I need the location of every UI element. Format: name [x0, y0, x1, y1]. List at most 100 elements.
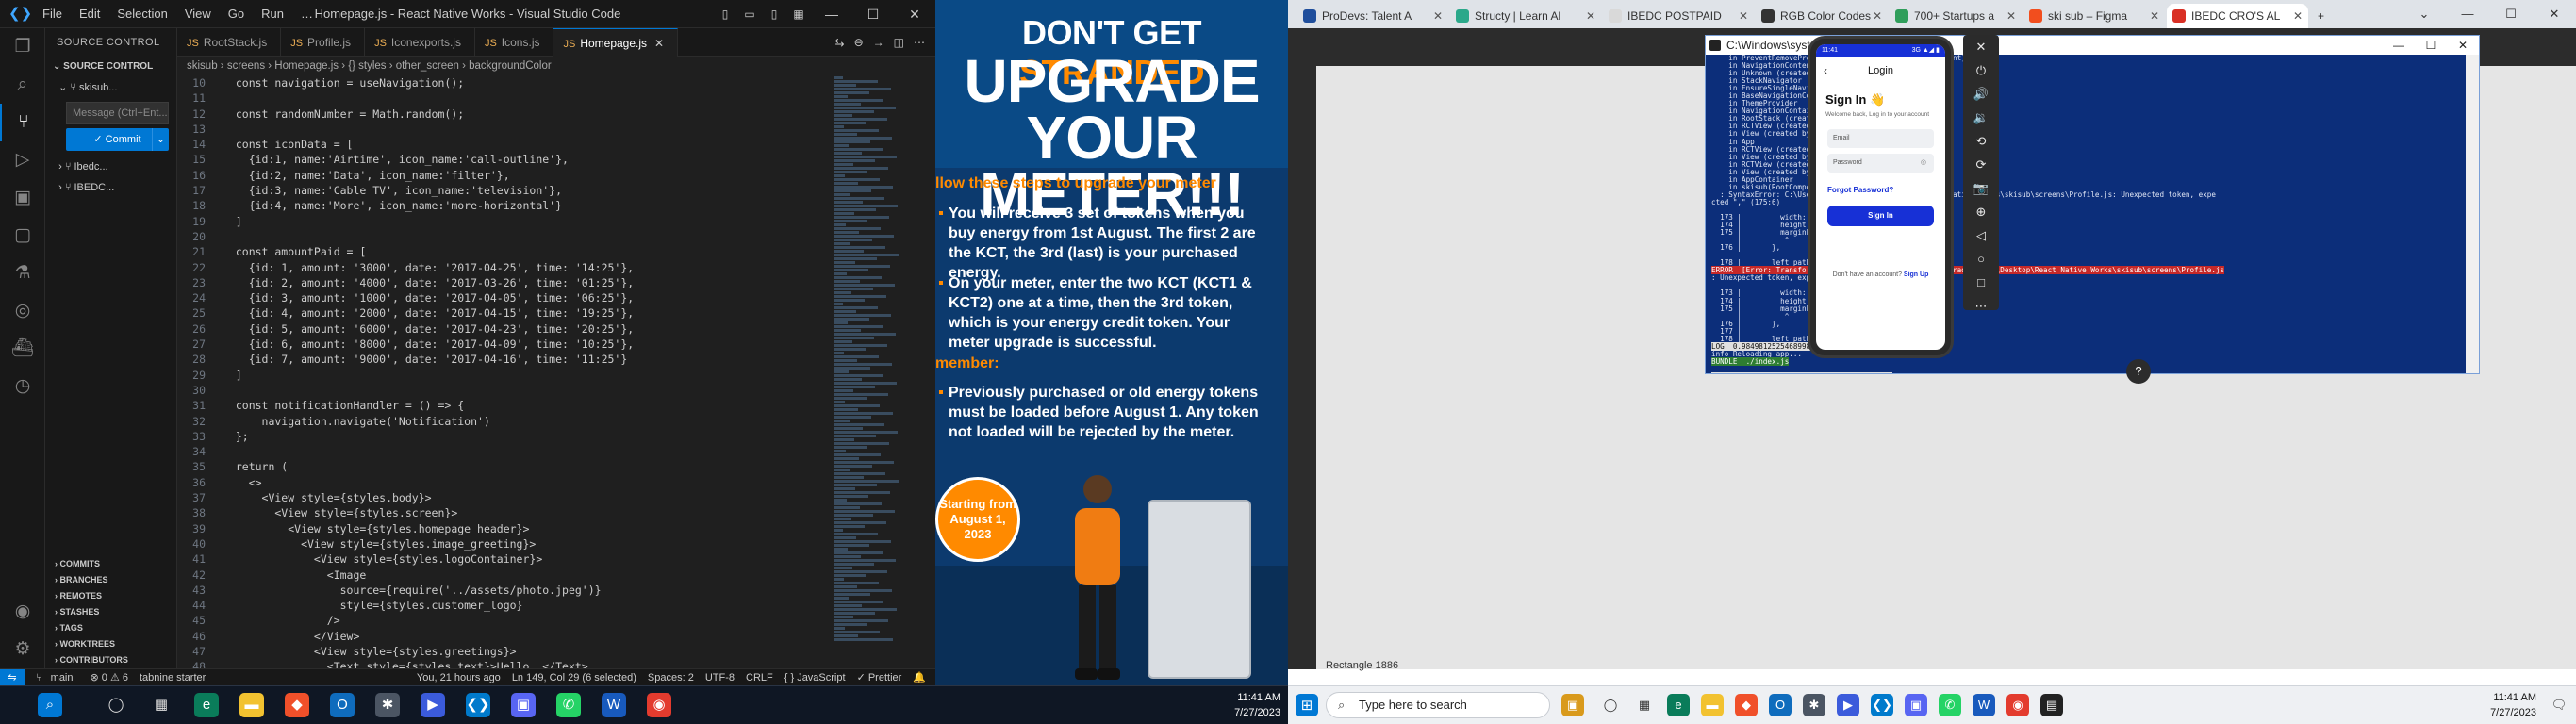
- remote-app-icon[interactable]: ▶: [1837, 694, 1859, 716]
- source-control-icon[interactable]: ⑂: [0, 104, 45, 141]
- code-line[interactable]: 21 const amountPaid = [: [177, 244, 830, 259]
- code-line[interactable]: 34: [177, 444, 830, 459]
- help-icon[interactable]: ?: [2126, 359, 2151, 384]
- widgets-icon[interactable]: ▦: [149, 693, 173, 717]
- layout-panel-icon[interactable]: ▭: [737, 0, 762, 28]
- code-line[interactable]: 10 const navigation = useNavigation();: [177, 75, 830, 90]
- close-tab-icon[interactable]: ✕: [2006, 4, 2016, 28]
- password-field[interactable]: Password ◎: [1827, 154, 1934, 173]
- code-line[interactable]: 40 <View style={styles.image_greeting}>: [177, 536, 830, 551]
- code-line[interactable]: 41 <View style={styles.logoContainer}>: [177, 551, 830, 567]
- code-line[interactable]: 15 {id:1, name:'Airtime', icon_name:'cal…: [177, 152, 830, 167]
- volume-up-icon[interactable]: 🔊: [1963, 82, 1999, 106]
- app-icon[interactable]: ▣: [511, 693, 536, 717]
- file-explorer-icon[interactable]: ▬: [239, 693, 264, 717]
- close-tab-icon[interactable]: ✕: [1586, 4, 1595, 28]
- testing-icon[interactable]: ⚗: [0, 255, 45, 292]
- remote-explorer-icon[interactable]: ▢: [0, 217, 45, 255]
- code-line[interactable]: 37 <View style={styles.body}>: [177, 490, 830, 505]
- code-line[interactable]: 30: [177, 383, 830, 398]
- browser-tab-startups[interactable]: 700+ Startups a ✕: [1890, 4, 2022, 28]
- code-line[interactable]: 43 source={require('../assets/photo.jpeg…: [177, 583, 830, 598]
- search-icon[interactable]: ⌕: [38, 693, 62, 717]
- eol-status[interactable]: CRLF: [740, 669, 779, 685]
- code-line[interactable]: 18 {id:4, name:'More', icon_name:'more-h…: [177, 198, 830, 213]
- home-icon[interactable]: ○: [1963, 247, 1999, 271]
- code-line[interactable]: 38 <View style={styles.screen}>: [177, 505, 830, 520]
- outlook-icon[interactable]: O: [1769, 694, 1792, 716]
- menu-file[interactable]: File: [34, 0, 71, 28]
- code-line[interactable]: 32 navigation.navigate('Notification'): [177, 414, 830, 429]
- code-line[interactable]: 39 <View style={styles.homepage_header}>: [177, 521, 830, 536]
- section-worktrees[interactable]: › WORKTREES: [45, 636, 176, 652]
- menu-edit[interactable]: Edit: [71, 0, 108, 28]
- section-branches[interactable]: › BRANCHES: [45, 572, 176, 588]
- code-editor[interactable]: 10 const navigation = useNavigation(); 11…: [177, 75, 830, 668]
- split-editor-icon[interactable]: ◫: [889, 28, 909, 56]
- forgot-password-link[interactable]: Forgot Password?: [1827, 186, 1945, 194]
- maximize-button[interactable]: ☐: [2415, 36, 2447, 55]
- code-line[interactable]: 22 {id: 1, amount: '3000', date: '2017-0…: [177, 260, 830, 275]
- code-line[interactable]: 44 style={styles.customer_logo}: [177, 598, 830, 613]
- layout-sidebar-icon[interactable]: ▯: [713, 0, 737, 28]
- app-icon[interactable]: ▣: [1905, 694, 1927, 716]
- close-tab-icon[interactable]: ✕: [1739, 4, 1748, 28]
- explorer-icon[interactable]: ❐: [0, 28, 45, 66]
- repo-item-ibedc[interactable]: › ⑂ Ibedc...: [45, 156, 176, 177]
- widgets-icon[interactable]: ▦: [1633, 694, 1656, 716]
- edge-icon[interactable]: e: [194, 693, 219, 717]
- tab-rootstack[interactable]: JS RootStack.js: [177, 28, 282, 57]
- code-line[interactable]: 17 {id:3, name:'Cable TV', icon_name:'te…: [177, 183, 830, 198]
- code-line[interactable]: 28 {id: 7, amount: '9000', date: '2017-0…: [177, 352, 830, 367]
- prettier-status[interactable]: ✓ Prettier: [851, 669, 908, 685]
- timeline-icon[interactable]: ◷: [0, 368, 45, 405]
- vscode-taskbar-icon[interactable]: ❮❯: [1871, 694, 1893, 716]
- right-clock[interactable]: 11:41 AM 7/27/2023: [2490, 690, 2536, 720]
- code-line[interactable]: 14 const iconData = [: [177, 137, 830, 152]
- code-line[interactable]: 45 />: [177, 613, 830, 628]
- word-icon[interactable]: W: [1973, 694, 1995, 716]
- commit-message-input[interactable]: Message (Ctrl+Ent...: [66, 102, 169, 124]
- tab-profile[interactable]: JS Profile.js: [281, 28, 366, 57]
- tab-iconexports[interactable]: JS Iconexports.js: [365, 28, 475, 57]
- tab-icons[interactable]: JS Icons.js: [475, 28, 554, 57]
- tabnine-status[interactable]: tabnine starter: [134, 669, 211, 685]
- more-actions-icon[interactable]: ⋯: [909, 28, 930, 56]
- outlook-icon[interactable]: O: [330, 693, 355, 717]
- slack-icon[interactable]: ✱: [1803, 694, 1825, 716]
- breadcrumb[interactable]: skisub › screens › Homepage.js › {} styl…: [177, 57, 935, 75]
- encoding-status[interactable]: UTF-8: [700, 669, 740, 685]
- brave-icon[interactable]: ◆: [285, 693, 309, 717]
- email-field[interactable]: Email: [1827, 129, 1934, 148]
- close-button[interactable]: ✕: [2533, 0, 2576, 28]
- close-tab-icon[interactable]: ✕: [654, 37, 664, 50]
- code-line[interactable]: 47 <View style={styles.greetings}>: [177, 644, 830, 659]
- close-tab-icon[interactable]: ✕: [1873, 4, 1882, 28]
- language-mode[interactable]: { } JavaScript: [779, 669, 851, 685]
- zoom-icon[interactable]: ⊕: [1963, 200, 1999, 223]
- eye-off-icon[interactable]: ◎: [1921, 154, 1926, 173]
- section-remotes[interactable]: › REMOTES: [45, 588, 176, 604]
- terminal-taskbar-icon[interactable]: ▤: [2040, 694, 2063, 716]
- code-line[interactable]: 23 {id: 2, amount: '4000', date: '2017-0…: [177, 275, 830, 290]
- close-emulator-icon[interactable]: ✕: [1963, 35, 1999, 58]
- browser-tab-rgb[interactable]: RGB Color Codes ✕: [1756, 4, 1888, 28]
- code-line[interactable]: 35 return (: [177, 459, 830, 474]
- close-tab-icon[interactable]: ✕: [2293, 4, 2303, 28]
- go-back-icon[interactable]: ⊖: [850, 28, 868, 56]
- cmd-scrollbar[interactable]: [2466, 55, 2479, 373]
- code-line[interactable]: 33 };: [177, 429, 830, 444]
- menu-view[interactable]: View: [176, 0, 220, 28]
- new-tab-button[interactable]: +: [2310, 4, 2338, 28]
- code-line[interactable]: 46 </View>: [177, 629, 830, 644]
- section-tags[interactable]: › TAGS: [45, 620, 176, 636]
- gitlens-icon[interactable]: ◎: [0, 292, 45, 330]
- notification-icon[interactable]: 🗨: [2548, 694, 2570, 716]
- overview-icon[interactable]: □: [1963, 271, 1999, 294]
- remote-app-icon[interactable]: ▶: [421, 693, 445, 717]
- code-line[interactable]: 36 <>: [177, 475, 830, 490]
- close-button[interactable]: ✕: [894, 0, 935, 28]
- run-debug-icon[interactable]: ▷: [0, 141, 45, 179]
- chevron-down-icon[interactable]: ⌄: [152, 128, 169, 151]
- code-line[interactable]: 11: [177, 90, 830, 106]
